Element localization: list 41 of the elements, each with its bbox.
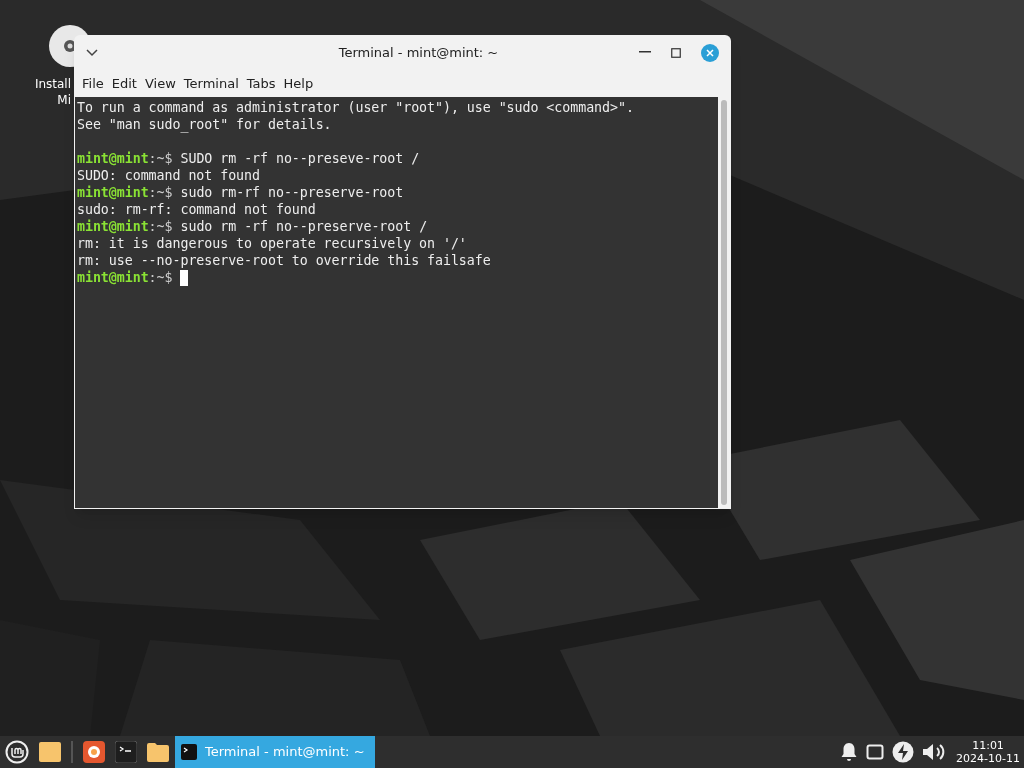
prompt-path: :~$ — [148, 184, 173, 201]
menu-item[interactable]: Help — [279, 73, 318, 94]
prompt-path: :~$ — [148, 150, 173, 167]
scrollbar[interactable] — [718, 97, 730, 508]
power-icon[interactable] — [892, 741, 915, 763]
command-text: SUDO rm -rf no--preseve-root / — [180, 150, 420, 167]
terminal-icon — [181, 744, 197, 760]
chevron-down-icon[interactable] — [86, 48, 98, 57]
folder-icon[interactable] — [147, 742, 169, 762]
output-line: sudo: rm-rf: command not found — [77, 201, 316, 218]
command-text: sudo rm-rf no--preserve-root — [180, 184, 404, 201]
menu-item[interactable]: Terminal — [179, 73, 243, 94]
output-line: SUDO: command not found — [77, 167, 260, 184]
browser-icon[interactable] — [83, 741, 105, 763]
icon-label: Mi — [57, 92, 71, 108]
prompt-path: :~$ — [148, 218, 173, 235]
output-line: See "man sudo_root" for details. — [77, 116, 332, 133]
output-line: rm: it is dangerous to operate recursively on '/' — [77, 235, 467, 252]
menu-item[interactable]: Edit — [107, 73, 141, 94]
close-icon[interactable] — [701, 43, 719, 62]
menu-item[interactable]: Tabs — [242, 73, 280, 94]
clock-date: 2024-10-11 — [956, 752, 1020, 765]
mint-logo-icon[interactable] — [5, 740, 29, 764]
output-line: rm: use --no-preserve-root to override this failsafe — [77, 252, 491, 269]
prompt-user: mint@mint — [77, 218, 149, 235]
menu-item[interactable]: File — [78, 73, 108, 94]
prompt-user: mint@mint — [77, 150, 149, 167]
clock-time: 11:01 — [972, 739, 1004, 752]
maximize-icon[interactable] — [671, 47, 681, 58]
menu-item[interactable]: View — [140, 73, 180, 94]
command-text: sudo rm -rf no--preserve-root / — [180, 218, 428, 235]
output-line: To run a command as administrator (user "root"), use "sudo <command>". — [77, 99, 634, 116]
prompt-user: mint@mint — [77, 269, 149, 286]
prompt-path: :~$ — [148, 269, 173, 286]
bell-icon[interactable] — [840, 742, 859, 762]
window-title: Terminal - mint@mint: ~ — [337, 43, 499, 62]
network-icon[interactable] — [866, 744, 885, 760]
prompt-user: mint@mint — [77, 184, 149, 201]
terminal-icon[interactable] — [115, 741, 137, 763]
minimize-icon[interactable] — [639, 51, 651, 54]
icon-label: Install — [34, 76, 71, 92]
